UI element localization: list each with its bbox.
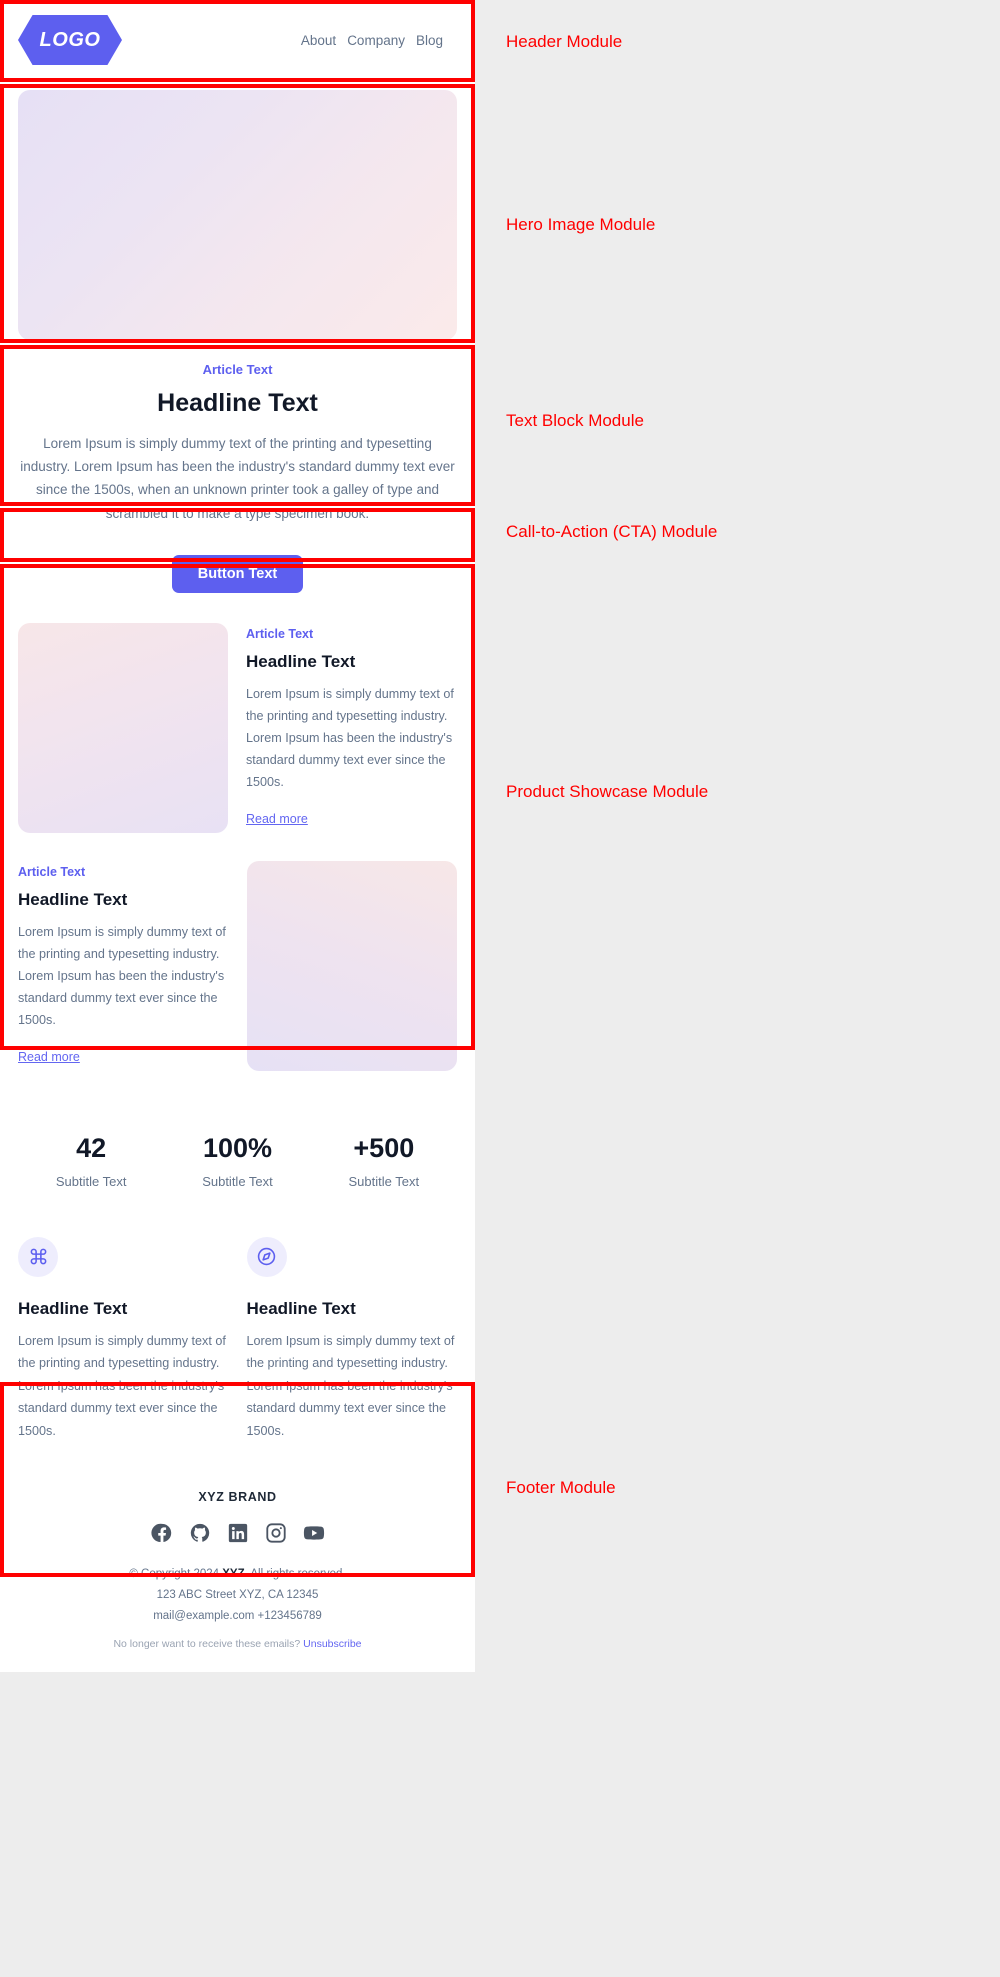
showcase-card-eyebrow: Article Text [18, 864, 86, 879]
stat-subtitle: Subtitle Text [348, 1173, 420, 1189]
feature-item: Headline Text Lorem Ipsum is simply dumm… [18, 1236, 229, 1442]
footer-module: XYZ BRAND © Copyright 2024 XYZ. All righ… [0, 1475, 475, 1672]
stat-item: 42 Subtitle Text [18, 1133, 164, 1189]
footer-copyright-post: . All rights reserved. [244, 1567, 346, 1580]
instagram-icon[interactable] [265, 1522, 287, 1544]
showcase-card-body: Article Text Headline Text Lorem Ipsum i… [18, 861, 229, 1071]
annotation-label: Call-to-Action (CTA) Module [506, 522, 718, 541]
screenshot-canvas: LOGO About Company Blog Article Text Hea… [0, 0, 1000, 1977]
feature-headline: Headline Text [246, 1298, 356, 1318]
youtube-icon[interactable] [303, 1522, 325, 1544]
showcase-card-image [18, 622, 228, 833]
footer-brand: XYZ BRAND [198, 1489, 277, 1504]
footer-copyright: © Copyright 2024 XYZ. All rights reserve… [18, 1564, 457, 1585]
showcase-card-read-more-link[interactable]: Read more [18, 1050, 80, 1064]
nav-item-company[interactable]: Company [347, 33, 405, 48]
annotation-label: Product Showcase Module [506, 782, 709, 801]
stat-subtitle: Subtitle Text [202, 1173, 273, 1189]
showcase-card-read-more-link[interactable]: Read more [246, 812, 308, 826]
showcase-card-copy: Lorem Ipsum is simply dummy text of the … [246, 686, 454, 789]
stat-number: 42 [76, 1132, 107, 1163]
nav-item-blog[interactable]: Blog [416, 33, 443, 48]
stats-module: 42 Subtitle Text 100% Subtitle Text +500… [0, 1108, 475, 1207]
nav-item-about[interactable]: About [301, 33, 336, 48]
annotation-label: Hero Image Module [506, 215, 656, 234]
features-module: Headline Text Lorem Ipsum is simply dumm… [0, 1206, 475, 1476]
text-block-module: Article Text Headline Text Lorem Ipsum i… [0, 348, 475, 541]
showcase-card: Article Text Headline Text Lorem Ipsum i… [18, 860, 457, 1071]
logo[interactable]: LOGO [18, 15, 122, 65]
email-preview-column: LOGO About Company Blog Article Text Hea… [0, 0, 475, 1672]
stat-number: 100% [202, 1132, 273, 1163]
text-block-body: Lorem Ipsum is simply dummy text of the … [20, 436, 455, 521]
cta-button[interactable]: Button Text [171, 554, 304, 593]
logo-text: LOGO [39, 28, 101, 51]
feature-item: Headline Text Lorem Ipsum is simply dumm… [246, 1236, 458, 1442]
showcase-card-copy: Lorem Ipsum is simply dummy text of the … [18, 924, 226, 1027]
github-icon[interactable] [189, 1522, 211, 1544]
linkedin-icon[interactable] [227, 1522, 249, 1544]
header-nav: About Company Blog [301, 33, 457, 48]
footer-address: 123 ABC Street XYZ, CA 12345 [156, 1589, 319, 1602]
unsubscribe-link[interactable]: Unsubscribe [303, 1638, 361, 1650]
command-icon [18, 1236, 58, 1277]
cta-module: Button Text [0, 540, 475, 609]
hero-image-module [0, 80, 475, 348]
hero-image [18, 90, 457, 340]
feature-copy: Lorem Ipsum is simply dummy text of the … [18, 1333, 226, 1438]
product-showcase-module: Article Text Headline Text Lorem Ipsum i… [0, 608, 475, 1109]
stat-item: 100% Subtitle Text [164, 1133, 310, 1189]
feature-headline: Headline Text [18, 1298, 128, 1318]
showcase-card-eyebrow: Article Text [246, 626, 314, 641]
showcase-card-headline: Headline Text [18, 889, 128, 909]
annotation-label: Footer Module [506, 1478, 616, 1497]
text-block-eyebrow: Article Text [202, 362, 273, 377]
header-module: LOGO About Company Blog [0, 0, 475, 80]
footer-unsubscribe-line: No longer want to receive these emails? … [18, 1638, 457, 1650]
footer-contact: mail@example.com +123456789 [153, 1610, 322, 1623]
facebook-icon[interactable] [150, 1522, 173, 1544]
footer-social-links [18, 1522, 457, 1544]
feature-copy: Lorem Ipsum is simply dummy text of the … [246, 1333, 455, 1438]
compass-icon [246, 1236, 287, 1277]
showcase-card-headline: Headline Text [246, 651, 356, 671]
footer-copyright-brand: XYZ [222, 1567, 245, 1580]
annotation-label: Text Block Module [506, 411, 644, 430]
stat-subtitle: Subtitle Text [55, 1173, 127, 1189]
showcase-card: Article Text Headline Text Lorem Ipsum i… [18, 622, 457, 833]
stat-number: +500 [353, 1132, 415, 1163]
annotation-label: Header Module [506, 32, 623, 51]
text-block-headline: Headline Text [157, 389, 318, 417]
stat-item: +500 Subtitle Text [311, 1133, 457, 1189]
footer-copyright-pre: © Copyright 2024 [129, 1567, 223, 1580]
showcase-card-image [247, 860, 457, 1071]
footer-unsubscribe-text: No longer want to receive these emails? [113, 1637, 304, 1650]
showcase-card-body: Article Text Headline Text Lorem Ipsum i… [246, 623, 457, 833]
